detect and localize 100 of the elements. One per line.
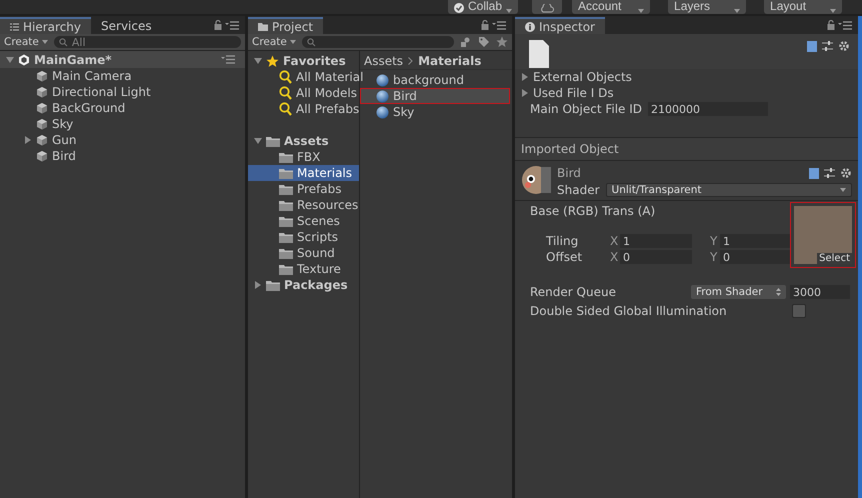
hierarchy-item[interactable]: Bird — [52, 149, 76, 163]
settings-icon[interactable] — [840, 167, 852, 179]
caret-icon — [42, 40, 48, 44]
texture-thumbnail[interactable]: Select — [794, 206, 852, 264]
menu-icon[interactable] — [492, 20, 506, 30]
foldout-arrow-icon[interactable] — [254, 57, 262, 65]
foldout-arrow-icon[interactable] — [254, 137, 262, 145]
folder-icon — [279, 232, 293, 242]
breadcrumb-item[interactable]: Assets — [364, 54, 404, 68]
axis-label: Y — [710, 250, 718, 264]
menu-icon[interactable] — [225, 20, 239, 30]
star-icon[interactable] — [496, 36, 508, 48]
breadcrumb-item[interactable]: Materials — [418, 54, 482, 68]
material-item[interactable]: Bird — [360, 88, 510, 104]
folder-item[interactable]: Resources — [248, 197, 359, 213]
field-label: Tiling — [546, 234, 580, 248]
panel-tab[interactable]: Inspector — [515, 17, 605, 34]
caret-icon — [290, 40, 296, 44]
help-icon[interactable] — [809, 168, 819, 178]
folder-item[interactable]: FBX — [248, 149, 359, 165]
field-label: Render Queue — [530, 285, 617, 299]
lock-icon[interactable] — [827, 20, 835, 30]
folder-icon — [279, 168, 293, 178]
sliders-icon[interactable] — [822, 41, 833, 51]
foldout-arrow-icon[interactable] — [254, 281, 262, 289]
file-id-field[interactable]: 2100000 — [648, 102, 768, 116]
folder-item[interactable]: Scripts — [248, 229, 359, 245]
assets-folder[interactable]: Assets — [284, 134, 329, 148]
checkbox[interactable] — [792, 304, 806, 318]
folder-item[interactable]: Sound — [248, 245, 359, 261]
axis-label: Y — [710, 234, 718, 248]
hierarchy-item[interactable]: Gun — [52, 133, 77, 147]
sphere-icon — [376, 74, 389, 86]
render-queue-field[interactable]: 3000 — [790, 285, 850, 299]
sphere-icon — [376, 90, 389, 102]
caret-icon — [840, 188, 846, 192]
select-button[interactable]: Select — [817, 253, 852, 264]
create-dropdown[interactable]: Create — [252, 36, 296, 48]
cube-icon — [36, 134, 48, 146]
number-field[interactable]: 1 — [620, 234, 692, 248]
cube-icon — [36, 102, 48, 114]
foldout-label[interactable]: Used File I Ds — [533, 86, 614, 100]
folder-icon — [279, 248, 293, 258]
render-queue-dropdown[interactable]: From Shader — [691, 285, 786, 299]
panel-tab[interactable]: Services — [91, 17, 162, 34]
toolbar-dropdown[interactable]: Layout — [764, 0, 842, 14]
toolbar-dropdown[interactable]: Layers — [668, 0, 746, 14]
folder-icon — [266, 136, 280, 146]
cube-icon — [36, 70, 48, 82]
number-field[interactable]: 0 — [620, 250, 692, 264]
field-label: Main Object File ID — [530, 102, 644, 116]
info-icon — [525, 22, 535, 32]
panel-tab[interactable]: Project — [248, 17, 324, 34]
number-field[interactable]: 1 — [720, 234, 790, 248]
shader-dropdown[interactable]: Unlit/Transparent — [606, 182, 852, 196]
foldout-label[interactable]: External Objects — [533, 70, 632, 84]
folder-icon — [279, 200, 293, 210]
settings-icon[interactable] — [838, 40, 850, 52]
folder-item[interactable]: Materials — [248, 165, 359, 181]
caret-icon — [734, 9, 740, 13]
sliders-icon[interactable] — [824, 168, 835, 178]
foldout-arrow-icon[interactable] — [24, 136, 32, 144]
material-item[interactable]: Sky — [360, 104, 510, 120]
search-field[interactable] — [302, 36, 454, 48]
file-icon — [529, 40, 549, 68]
packages-folder[interactable]: Packages — [284, 278, 348, 292]
create-dropdown[interactable]: Create — [4, 36, 48, 48]
unity-logo-icon — [18, 54, 30, 66]
material-name: Bird — [557, 166, 581, 180]
tag-icon[interactable] — [478, 36, 490, 48]
hierarchy-item[interactable]: Sky — [52, 117, 74, 131]
hierarchy-item[interactable]: BackGround — [52, 101, 126, 115]
favorite-item[interactable]: All Prefabs — [296, 102, 360, 116]
chevron-icon — [408, 57, 414, 65]
lock-icon[interactable] — [481, 20, 489, 30]
panel-tab[interactable]: Hierarchy — [0, 17, 92, 34]
folder-icon — [266, 280, 280, 290]
toolbar-dropdown[interactable]: Account — [572, 0, 650, 14]
folder-item[interactable]: Scenes — [248, 213, 359, 229]
number-field[interactable]: 0 — [720, 250, 790, 264]
cube-icon — [36, 150, 48, 162]
foldout-arrow-icon[interactable] — [6, 56, 14, 64]
up-down-icon — [776, 288, 781, 296]
folder-item[interactable]: Prefabs — [248, 181, 359, 197]
toolbar-dropdown[interactable]: Collab — [448, 0, 518, 14]
hierarchy-item[interactable]: Directional Light — [52, 85, 151, 99]
sphere-icon — [376, 106, 389, 118]
list-icon — [10, 22, 19, 30]
favorite-item[interactable]: All Models — [296, 86, 357, 100]
hierarchy-item[interactable]: Main Camera — [52, 69, 132, 83]
favorites-label[interactable]: Favorites — [283, 54, 346, 68]
menu-icon[interactable] — [838, 20, 852, 30]
folder-icon — [279, 216, 293, 226]
filter-by-type-icon[interactable] — [460, 37, 472, 47]
folder-item[interactable]: Texture — [248, 261, 359, 277]
search-icon — [279, 70, 292, 84]
lock-icon[interactable] — [214, 20, 222, 30]
help-icon[interactable] — [807, 40, 817, 52]
menu-icon[interactable] — [221, 55, 235, 64]
cloud-icon — [540, 4, 554, 13]
